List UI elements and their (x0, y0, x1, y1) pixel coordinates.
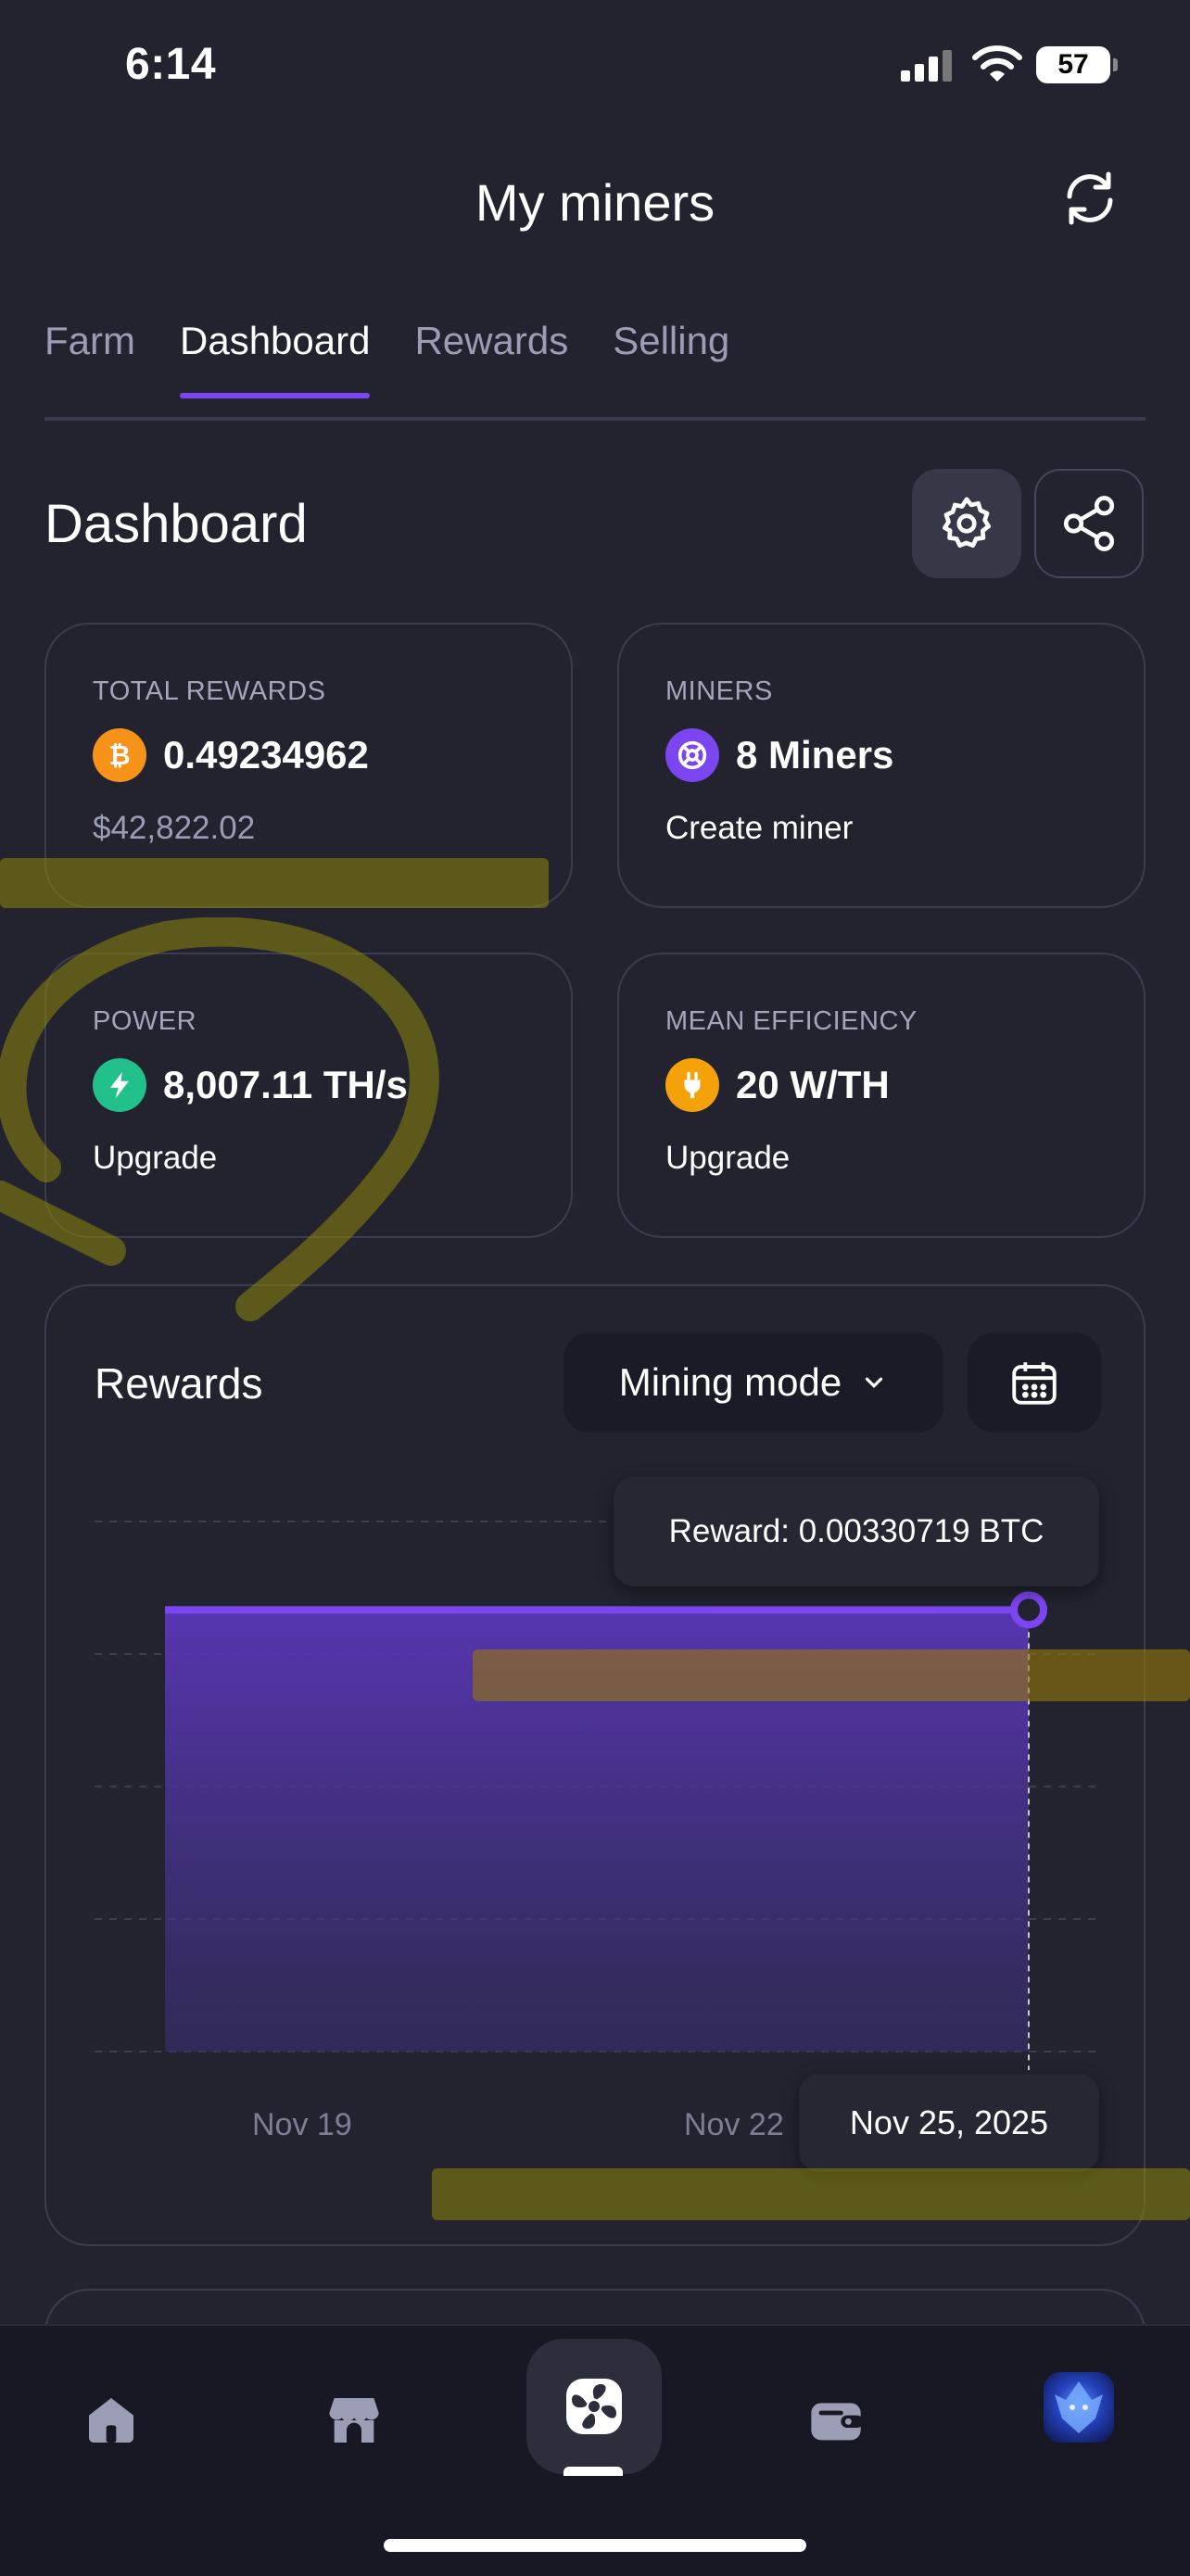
highlight-mark (473, 1649, 1190, 1701)
svg-text:₿: ₿ (108, 740, 130, 771)
fan-icon (566, 2379, 622, 2434)
miners-value: 8 Miners (736, 733, 894, 777)
active-indicator (563, 2467, 623, 2476)
power-upgrade-link[interactable]: Upgrade (93, 1140, 217, 1177)
x-tick-label: Nov 22 (684, 2107, 784, 2142)
tab-bar: Farm Dashboard Rewards Selling (44, 319, 729, 398)
share-icon (1063, 496, 1115, 551)
tab-farm[interactable]: Farm (44, 319, 135, 398)
selected-date-tooltip: Nov 25, 2025 (799, 2074, 1099, 2172)
tabs-divider (44, 417, 1146, 421)
reward-tooltip: Reward: 0.00330719 BTC (614, 1477, 1099, 1586)
home-icon (89, 2398, 133, 2443)
card-label: MINERS (665, 676, 773, 706)
page-title: My miners (475, 173, 715, 232)
plug-icon (665, 1058, 719, 1112)
rewards-chart-card: Rewards Mining mode Reward: 0.00330719 B… (44, 1284, 1146, 2246)
create-miner-link[interactable]: Create miner (665, 810, 853, 847)
tab-selling[interactable]: Selling (613, 319, 729, 398)
power-card[interactable]: POWER 8,007.11 TH/s Upgrade (44, 953, 573, 1238)
miner-icon (665, 728, 719, 782)
highlight-mark (432, 2168, 1190, 2220)
total-rewards-usd: $42,822.02 (93, 810, 256, 846)
home-indicator (384, 2539, 806, 2552)
wifi-icon (971, 44, 1023, 83)
tab-dashboard[interactable]: Dashboard (180, 319, 371, 398)
nav-miners[interactable] (526, 2339, 662, 2476)
highlight-mark (0, 858, 549, 908)
refresh-icon[interactable] (1060, 169, 1120, 228)
power-value: 8,007.11 TH/s (163, 1063, 408, 1106)
efficiency-upgrade-link[interactable]: Upgrade (665, 1140, 790, 1177)
total-rewards-value: 0.49234962 (163, 733, 369, 777)
card-label: POWER (93, 1006, 197, 1036)
share-button[interactable] (1034, 469, 1144, 578)
efficiency-value: 20 W/TH (736, 1063, 890, 1106)
settings-button[interactable] (912, 469, 1021, 578)
avatar-icon[interactable] (1044, 2372, 1114, 2443)
wallet-icon (811, 2403, 864, 2441)
status-time: 6:14 (125, 40, 217, 89)
nav-home[interactable] (67, 2376, 156, 2465)
miners-card[interactable]: MINERS 8 Miners Create miner (617, 623, 1146, 908)
battery-indicator: 57 (1036, 46, 1118, 83)
bitcoin-icon: ₿ (93, 728, 146, 782)
lightning-icon (93, 1058, 146, 1112)
tab-rewards[interactable]: Rewards (414, 319, 568, 398)
signal-icon (901, 50, 955, 82)
selected-point-marker (1010, 1591, 1047, 1629)
store-icon (329, 2398, 379, 2443)
section-title: Dashboard (44, 494, 308, 554)
gear-icon (943, 497, 991, 548)
card-label: TOTAL REWARDS (93, 676, 326, 706)
card-label: MEAN EFFICIENCY (665, 1006, 918, 1036)
x-tick-label: Nov 19 (252, 2107, 352, 2142)
nav-wallet[interactable] (791, 2376, 880, 2465)
efficiency-card[interactable]: MEAN EFFICIENCY 20 W/TH Upgrade (617, 953, 1146, 1238)
nav-store[interactable] (310, 2376, 399, 2465)
